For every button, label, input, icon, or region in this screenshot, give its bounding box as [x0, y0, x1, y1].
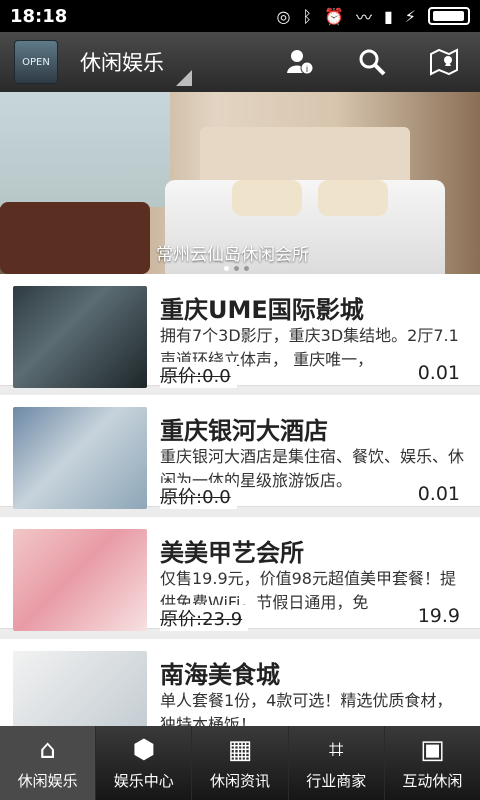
item-thumbnail	[13, 651, 147, 726]
sale-price: 19.9	[411, 605, 460, 627]
original-price: 原价:0.0	[160, 362, 237, 388]
dropdown-corner-icon	[176, 70, 192, 86]
sale-price: 0.01	[411, 362, 460, 384]
map-icon[interactable]	[422, 40, 466, 84]
pager-dot[interactable]	[234, 266, 239, 271]
toolbox-icon: ▣	[420, 734, 445, 765]
status-bar: 18:18 ◎ ᛒ ⏰ 〰 ▮ ⚡	[0, 0, 480, 32]
tag-icon: ⌗	[328, 734, 344, 765]
item-title: 重庆银河大酒店	[160, 417, 328, 445]
tab-label: 互动休闲	[402, 771, 463, 790]
app-bar: OPEN 休闲娱乐 i	[0, 32, 480, 92]
banner[interactable]: 常州云仙岛休闲会所	[0, 92, 480, 274]
signal-icon: ▮	[383, 6, 393, 26]
search-icon[interactable]	[350, 40, 394, 84]
original-price: 原价:0.0	[160, 483, 237, 509]
banner-caption: 常州云仙岛休闲会所	[156, 245, 309, 265]
open-sign-logo: OPEN	[14, 40, 58, 84]
wifi-icon: 〰	[355, 8, 372, 27]
bluetooth-icon: ᛒ	[302, 6, 313, 26]
tab-entertainment-center[interactable]: ⬢ 娱乐中心	[95, 726, 191, 800]
grid-icon: ▦	[227, 734, 253, 765]
item-title: 美美甲艺会所	[160, 539, 304, 567]
item-thumbnail	[13, 286, 147, 388]
list-item[interactable]: 南海美食城 单人套餐1份，4款可选！精选优质食材，独特本桶饭！	[0, 639, 480, 726]
list-item[interactable]: 美美甲艺会所 仅售19.9元，价值98元超值美甲套餐！提供免费WiFi，节假日通…	[0, 517, 480, 631]
app-title[interactable]: 休闲娱乐	[80, 47, 164, 77]
banner-window	[0, 92, 170, 207]
pager-dot[interactable]	[244, 266, 249, 271]
app-actions: i	[278, 32, 466, 92]
item-thumbnail	[13, 529, 147, 631]
sale-price: 0.01	[411, 483, 460, 505]
home-icon: ⌂	[39, 734, 56, 765]
item-description: 单人套餐1份，4款可选！精选优质食材，独特本桶饭！	[160, 691, 453, 726]
banner-bed-headboard	[200, 127, 410, 185]
banner-chair	[0, 202, 150, 274]
charging-icon: ⚡	[404, 6, 416, 26]
tab-leisure-news[interactable]: ▦ 休闲资讯	[191, 726, 287, 800]
banner-pillow	[318, 180, 388, 216]
sync-icon: ◎	[276, 6, 291, 26]
banner-pillow	[232, 180, 302, 216]
status-icons: ◎ ᛒ ⏰ 〰 ▮ ⚡	[276, 4, 470, 28]
item-title: 南海美食城	[160, 661, 280, 689]
original-price: 原价:23.9	[160, 605, 249, 631]
tab-label: 娱乐中心	[113, 771, 174, 790]
item-thumbnail	[13, 407, 147, 509]
user-info-icon[interactable]: i	[278, 40, 322, 84]
tab-industry-merchants[interactable]: ⌗ 行业商家	[287, 726, 384, 800]
alarm-icon: ⏰	[324, 6, 344, 26]
box-icon: ⬢	[132, 734, 156, 765]
tab-leisure-entertainment[interactable]: ⌂ 休闲娱乐	[0, 726, 96, 800]
banner-pager-dots	[224, 266, 249, 271]
tab-label: 休闲资讯	[210, 771, 271, 790]
svg-text:i: i	[306, 64, 308, 74]
list-item[interactable]: 重庆银河大酒店 重庆银河大酒店是集住宿、餐饮、娱乐、休闲为一体的星级旅游饭店。 …	[0, 395, 480, 509]
tab-label: 休闲娱乐	[17, 771, 78, 790]
list-item[interactable]: 重庆UME国际影城 拥有7个3D影厅，重庆3D集结地。2厅7.1声道环绕立体声，…	[0, 274, 480, 388]
tab-label: 行业商家	[306, 771, 367, 790]
battery-icon	[428, 7, 470, 25]
logo-text: OPEN	[22, 56, 50, 68]
tab-interactive-leisure[interactable]: ▣ 互动休闲	[383, 726, 480, 800]
item-title: 重庆UME国际影城	[160, 296, 364, 324]
deal-list: 重庆UME国际影城 拥有7个3D影厅，重庆3D集结地。2厅7.1声道环绕立体声，…	[0, 274, 480, 726]
pager-dot[interactable]	[224, 266, 229, 271]
bottom-tab-bar: ⌂ 休闲娱乐 ⬢ 娱乐中心 ▦ 休闲资讯 ⌗ 行业商家 ▣ 互动休闲	[0, 726, 480, 800]
status-time: 18:18	[10, 5, 68, 27]
